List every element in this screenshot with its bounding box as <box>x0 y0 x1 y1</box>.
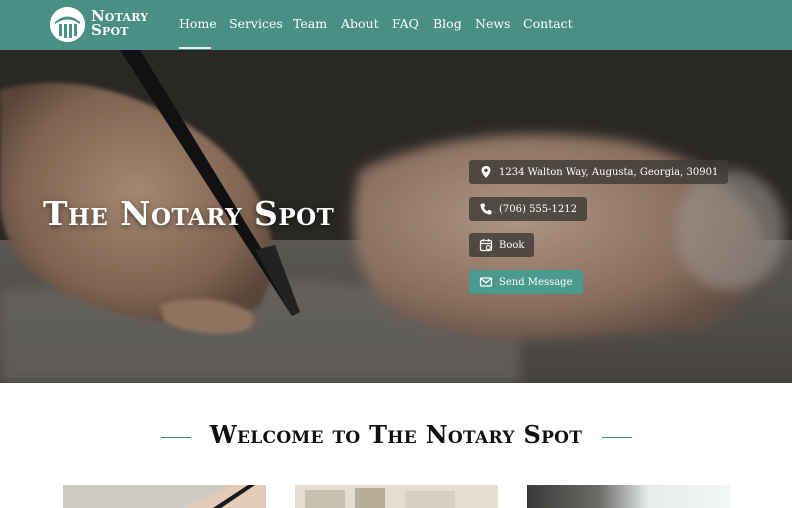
nav-item-about[interactable]: About <box>341 16 379 31</box>
book-label: Book <box>499 239 525 251</box>
address-chip[interactable]: 1234 Walton Way, Augusta, Georgia, 30901 <box>469 160 729 184</box>
nav-item-news[interactable]: News <box>475 16 510 31</box>
site-logo[interactable]: Notary Spot <box>50 7 160 43</box>
nav-item-services[interactable]: Services <box>229 16 283 31</box>
top-navigation-bar: Notary Spot Home Services Team About FAQ… <box>0 0 792 50</box>
welcome-heading: Welcome to The Notary Spot <box>209 420 583 449</box>
nav-item-team[interactable]: Team <box>293 16 327 31</box>
send-message-button[interactable]: Send Message <box>469 270 583 294</box>
nav-item-blog[interactable]: Blog <box>433 16 462 31</box>
book-button[interactable]: Book <box>469 233 535 257</box>
active-nav-indicator <box>179 47 211 49</box>
nav-item-faq[interactable]: FAQ <box>392 16 419 31</box>
envelope-icon <box>479 275 493 289</box>
hero-banner: The Notary Spot 1234 Walton Way, Augusta… <box>0 50 792 383</box>
map-pin-icon <box>479 165 493 179</box>
phone-chip[interactable]: (706) 555-1212 <box>469 197 587 221</box>
feature-card-image-1[interactable] <box>63 485 266 508</box>
nav-item-home[interactable]: Home <box>179 16 217 31</box>
column-logo-icon <box>50 7 85 42</box>
feature-card-image-3[interactable] <box>527 485 730 508</box>
logo-line-2: Spot <box>91 21 129 39</box>
phone-text: (706) 555-1212 <box>499 203 577 215</box>
phone-icon <box>479 202 493 216</box>
send-message-label: Send Message <box>499 276 573 288</box>
welcome-divider-right <box>602 437 632 438</box>
calendar-icon <box>479 238 493 252</box>
nav-item-contact[interactable]: Contact <box>523 16 573 31</box>
address-text: 1234 Walton Way, Augusta, Georgia, 30901 <box>499 166 719 178</box>
logo-wordmark: Notary Spot <box>91 9 148 39</box>
hero-title: The Notary Spot <box>43 194 335 233</box>
feature-card-image-2[interactable] <box>295 485 498 508</box>
